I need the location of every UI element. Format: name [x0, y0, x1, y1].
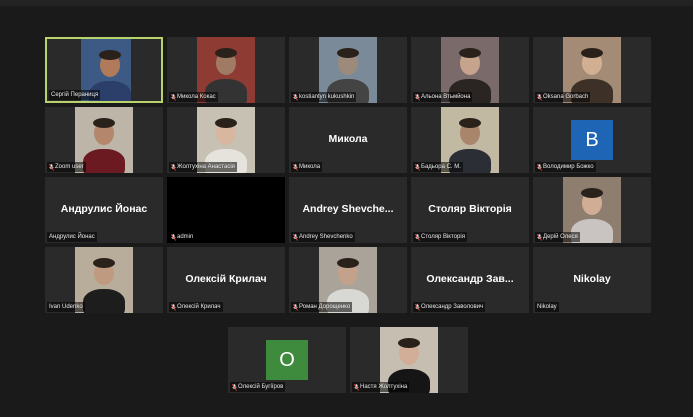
participant-name-label: Микола [291, 162, 323, 172]
participant-name-label: Олексій Бугіїров [230, 382, 286, 392]
participant-name: Микола Кокас [177, 94, 216, 100]
participant-name: Zoom user [55, 164, 84, 170]
participant-tile[interactable]: Ivan Udenko [45, 247, 163, 313]
participant-display-name: Андрулис Йонас [60, 203, 148, 215]
participant-tile[interactable]: B Володимир Божко [533, 107, 651, 173]
participant-tile[interactable]: Oksana Gorbach [533, 37, 651, 103]
participant-name: Столяр Вікторія [421, 234, 465, 240]
participant-name-label: Nikolay [535, 302, 559, 312]
muted-mic-icon [293, 234, 298, 241]
participant-tile[interactable]: Олексій Крилач Олексій Крилач [167, 247, 285, 313]
participant-display-name: Микола [328, 133, 368, 145]
participant-tile[interactable]: Настя Жолтухіна [350, 327, 468, 393]
participant-display-name: Олександр Зав... [426, 273, 514, 285]
muted-mic-icon [354, 384, 359, 391]
participant-name: Альона Втьмйона [421, 94, 471, 100]
participant-name-label: Столяр Вікторія [413, 232, 467, 242]
participant-tile[interactable]: O Олексій Бугіїров [228, 327, 346, 393]
muted-mic-icon [537, 94, 542, 101]
participant-gallery: Сергій Пераниця Микола Кокас kostiantyn ku… [45, 37, 651, 393]
muted-mic-icon [415, 94, 420, 101]
window-top-bar [0, 0, 693, 6]
participant-tile[interactable]: Бадьора С. М. [411, 107, 529, 173]
participant-tile[interactable]: Andrey Shevche... Andrey Shevchenko [289, 177, 407, 243]
muted-mic-icon [49, 164, 54, 171]
participant-name-label: Дерій Олеся [535, 232, 580, 242]
avatar-initial: O [266, 340, 308, 380]
participant-name: Ivan Udenko [49, 304, 83, 310]
muted-mic-icon [171, 164, 176, 171]
participant-tile[interactable]: Микола Кокас [167, 37, 285, 103]
participant-name-label: Ivan Udenko [47, 302, 85, 312]
muted-mic-icon [293, 94, 298, 101]
participant-name: Oksana Gorbach [543, 94, 589, 100]
participant-name: Володимир Божко [543, 164, 594, 170]
participant-name: Микола [299, 164, 321, 170]
participant-name-label: Альона Втьмйона [413, 92, 473, 102]
participant-display-name: Олексій Крилач [185, 273, 267, 285]
participant-name: Олексій Бугіїров [238, 384, 284, 390]
muted-mic-icon [415, 234, 420, 241]
participant-display-name: Nikolay [573, 273, 611, 285]
participant-tile[interactable]: Роман Дорощенко [289, 247, 407, 313]
participant-name: Andrey Shevchenko [299, 234, 353, 240]
participant-tile[interactable]: admin [167, 177, 285, 243]
participant-tile[interactable]: Nikolay Nikolay [533, 247, 651, 313]
muted-mic-icon [415, 304, 420, 311]
participant-name-label: Бадьора С. М. [413, 162, 463, 172]
participant-name: Бадьора С. М. [421, 164, 461, 170]
participant-name: Олександр Заволович [421, 304, 484, 310]
participant-name: Дерій Олеся [543, 234, 578, 240]
participant-name-label: Роман Дорощенко [291, 302, 353, 312]
participant-name-label: Andrey Shevchenko [291, 232, 355, 242]
muted-mic-icon [171, 94, 176, 101]
participant-tile[interactable]: Zoom user [45, 107, 163, 173]
participant-name-label: Жолтухіна Анастасія [169, 162, 237, 172]
muted-mic-icon [415, 164, 420, 171]
participant-tile[interactable]: Жолтухіна Анастасія [167, 107, 285, 173]
participant-name: Настя Жолтухіна [360, 384, 408, 390]
participant-name: Nikolay [537, 304, 557, 310]
participant-name: Роман Дорощенко [299, 304, 351, 310]
participant-tile[interactable]: Столяр Вікторія Столяр Вікторія [411, 177, 529, 243]
muted-mic-icon [293, 164, 298, 171]
participant-name-label: Олексій Крилач [169, 302, 223, 312]
participant-name: Андрулис Йонас [49, 234, 95, 240]
participant-name: admin [177, 234, 194, 240]
muted-mic-icon [537, 164, 542, 171]
participant-name-label: Сергій Пераниця [49, 90, 101, 100]
participant-name: kostiantyn kukushkin [299, 94, 355, 100]
participant-name: Олексій Крилач [177, 304, 221, 310]
participant-name-label: Oksana Gorbach [535, 92, 591, 102]
participant-name-label: Микола Кокас [169, 92, 218, 102]
participant-name-label: Олександр Заволович [413, 302, 486, 312]
participant-name: Жолтухіна Анастасія [177, 164, 235, 170]
participant-tile[interactable]: Андрулис Йонас Андрулис Йонас [45, 177, 163, 243]
muted-mic-icon [293, 304, 298, 311]
avatar-initial: B [571, 120, 613, 160]
muted-mic-icon [537, 234, 542, 241]
participant-name-label: Настя Жолтухіна [352, 382, 410, 392]
participant-name-label: Zoom user [47, 162, 86, 172]
participant-tile[interactable]: kostiantyn kukushkin [289, 37, 407, 103]
participant-tile[interactable]: Микола Микола [289, 107, 407, 173]
muted-mic-icon [232, 384, 237, 391]
participant-display-name: Столяр Вікторія [428, 203, 512, 215]
participant-name-label: Андрулис Йонас [47, 232, 97, 242]
participant-name-label: kostiantyn kukushkin [291, 92, 357, 102]
participant-name-label: admin [169, 232, 196, 242]
muted-mic-icon [171, 304, 176, 311]
participant-name: Сергій Пераниця [51, 92, 99, 98]
participant-tile[interactable]: Сергій Пераниця [45, 37, 163, 103]
participant-name-label: Володимир Божко [535, 162, 596, 172]
participant-tile[interactable]: Олександр Зав... Олександр Заволович [411, 247, 529, 313]
participant-display-name: Andrey Shevche... [302, 203, 394, 215]
muted-mic-icon [171, 234, 176, 241]
participant-tile[interactable]: Альона Втьмйона [411, 37, 529, 103]
participant-tile[interactable]: Дерій Олеся [533, 177, 651, 243]
